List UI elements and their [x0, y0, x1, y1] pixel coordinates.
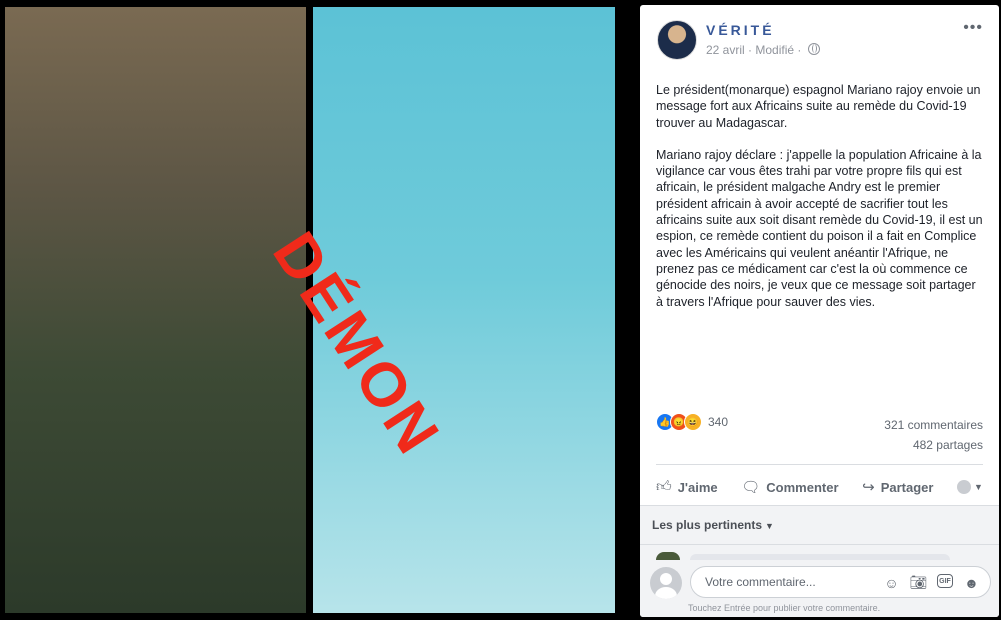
like-button-label: J'aime — [677, 479, 718, 495]
divider — [656, 464, 983, 465]
comment-composer: ☺ 📷︎ GIF ☻ — [650, 566, 991, 600]
post-paragraph: Mariano rajoy déclare : j'appelle la pop… — [656, 147, 987, 309]
comment-button[interactable]: 🗨︎ Commenter — [741, 478, 838, 496]
share-button-label: Partager — [880, 479, 934, 495]
haha-icon: 😆 — [684, 413, 702, 431]
post-side-panel: VÉRITÉ 22 avril · Modifié · ••• Le prési… — [640, 5, 999, 617]
share-button[interactable]: ↪ Partager — [862, 478, 933, 496]
chevron-down-icon: ▼ — [765, 521, 774, 531]
avatar — [650, 567, 682, 599]
comment-input-box[interactable]: ☺ 📷︎ GIF ☻ — [690, 566, 991, 598]
composer-icons: ☺ 📷︎ GIF ☻ — [883, 574, 980, 591]
mini-avatar — [957, 480, 972, 494]
comment-button-label: Commenter — [766, 479, 839, 495]
emoji-icon[interactable]: ☺ — [883, 574, 900, 591]
shares-count-link[interactable]: 482 partages — [884, 435, 983, 455]
divider — [640, 544, 999, 545]
comment-avatar[interactable] — [656, 552, 680, 560]
page-avatar[interactable] — [657, 20, 697, 60]
post-photo-area[interactable]: DÉMON — [0, 0, 640, 620]
post-body: Le président(monarque) espagnol Mariano … — [656, 82, 986, 326]
post-edited-label[interactable]: Modifié — [755, 43, 794, 57]
post-paragraph: Le président(monarque) espagnol Mariano … — [656, 83, 984, 130]
page-name-link[interactable]: VÉRITÉ — [706, 22, 775, 38]
like-button[interactable]: 👍︎ J'aime — [656, 478, 718, 496]
comment-sort-dropdown[interactable]: Les plus pertinents ▼ — [652, 518, 774, 532]
post-date[interactable]: 22 avril — [706, 43, 745, 57]
comments-section: Les plus pertinents▼ ☺ 📷︎ GIF ☻ Touchez … — [640, 505, 999, 617]
more-options-icon[interactable]: ••• — [963, 19, 983, 37]
comment-bubble[interactable] — [690, 554, 950, 560]
comments-count-link[interactable]: 321 commentaires — [884, 415, 983, 435]
chevron-down-icon: ▼ — [974, 482, 983, 492]
share-arrow-icon: ↪ — [862, 479, 875, 496]
thumbs-up-icon: 👍︎ — [656, 478, 672, 495]
reaction-count: 340 — [708, 415, 729, 429]
camera-icon[interactable]: 📷︎ — [910, 574, 928, 591]
photo-politician-left[interactable] — [5, 7, 306, 613]
post-as-selector[interactable]: ▼ — [957, 480, 983, 494]
post-actions: 👍︎ J'aime 🗨︎ Commenter ↪ Partager ▼ — [656, 471, 983, 503]
globe-icon[interactable] — [807, 43, 820, 55]
gif-icon[interactable]: GIF — [937, 574, 953, 588]
comment-sort-label: Les plus pertinents — [652, 518, 763, 532]
engagement-counts: 321 commentaires 482 partages — [884, 415, 983, 455]
reactions-summary[interactable]: 👍 😠 😆 340 — [656, 413, 728, 431]
composer-hint: Touchez Entrée pour publier votre commen… — [688, 603, 881, 613]
comment-bubble-icon: 🗨︎ — [741, 479, 761, 496]
sticker-icon[interactable]: ☻ — [963, 574, 980, 591]
post-meta: 22 avril · Modifié · — [706, 43, 820, 57]
comment-input[interactable] — [703, 574, 867, 590]
